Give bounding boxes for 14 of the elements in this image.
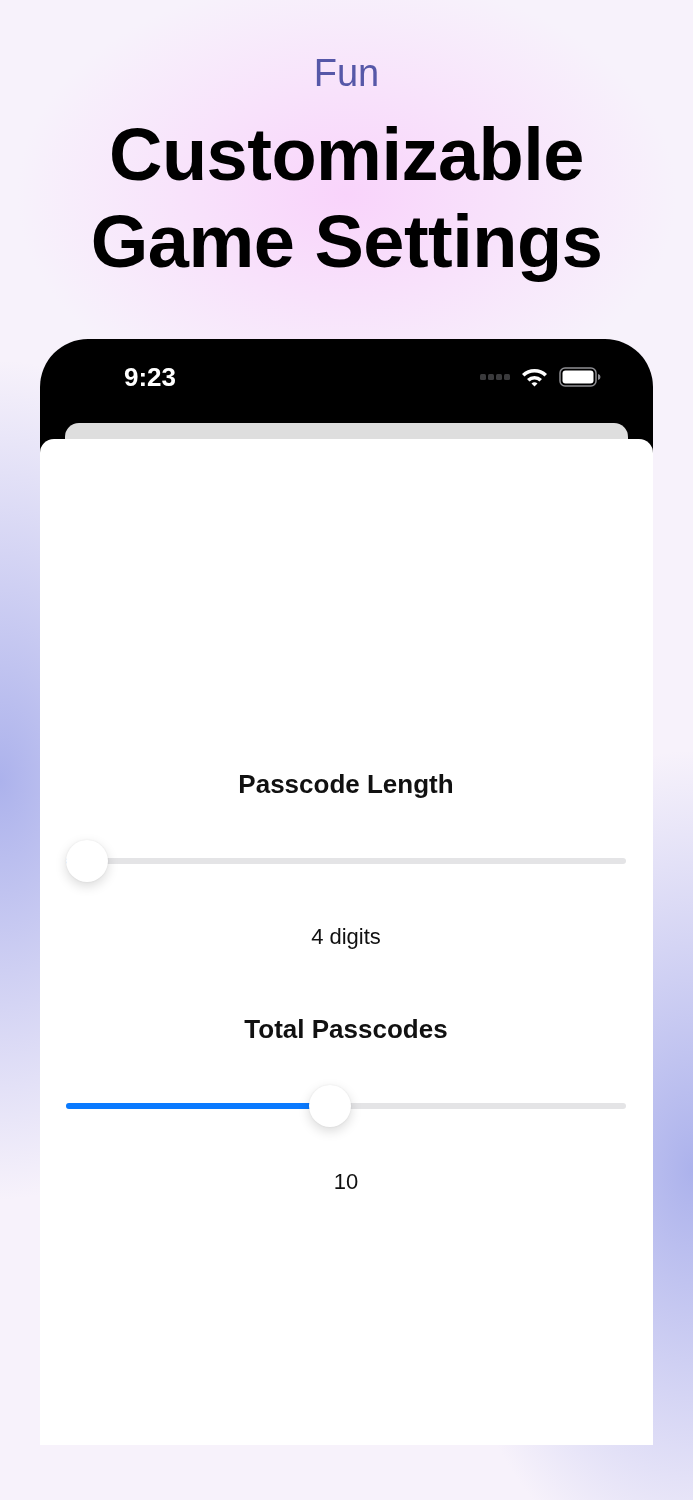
status-time: 9:23 bbox=[124, 362, 177, 392]
signal-dots-icon bbox=[480, 374, 510, 380]
wifi-icon bbox=[521, 367, 548, 387]
setting-value: 4 digits bbox=[310, 923, 382, 951]
slider-thumb[interactable] bbox=[66, 840, 108, 882]
setting-label: Total Passcodes bbox=[243, 1013, 449, 1045]
section-eyebrow: Fun bbox=[313, 51, 380, 96]
battery-icon bbox=[559, 367, 601, 387]
page-title: Customizable Game Settings bbox=[89, 112, 604, 285]
slider[interactable] bbox=[66, 1085, 626, 1127]
setting-label: Passcode Length bbox=[237, 768, 455, 800]
slider-thumb[interactable] bbox=[309, 1085, 352, 1127]
slider[interactable] bbox=[66, 840, 626, 882]
setting-value: 10 bbox=[332, 1168, 360, 1196]
